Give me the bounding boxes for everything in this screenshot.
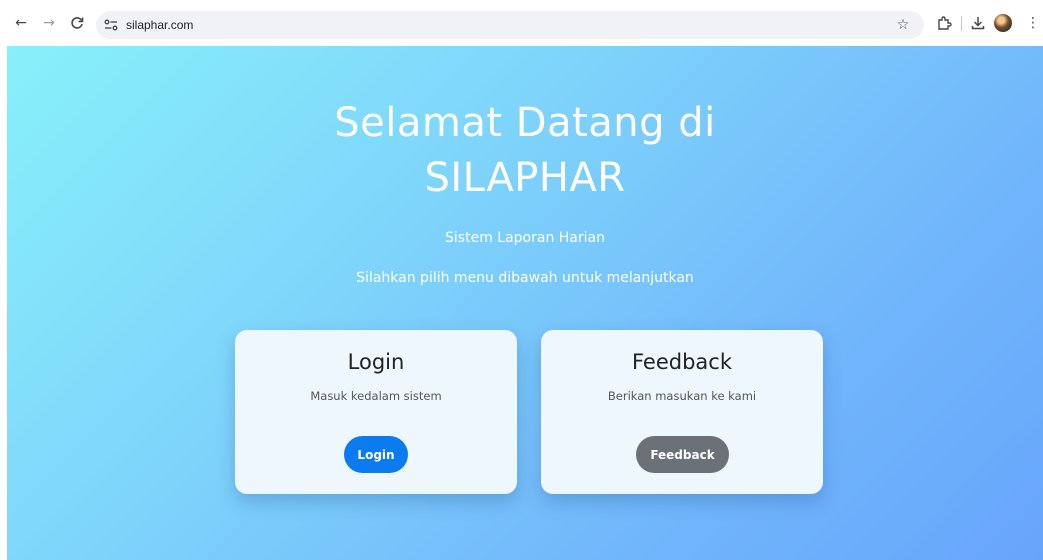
login-card: Login Masuk kedalam sistem Login <box>235 330 517 494</box>
feedback-button[interactable]: Feedback <box>636 436 729 473</box>
address-bar[interactable]: silaphar.com ☆ <box>96 11 924 39</box>
extensions-icon[interactable] <box>934 13 954 33</box>
page-subtitle: Sistem Laporan Harian <box>445 230 605 246</box>
menu-icon[interactable]: ⋮ <box>1023 13 1043 33</box>
site-info-icon[interactable] <box>102 16 120 34</box>
reload-arrow-icon <box>71 17 84 29</box>
page-title-line2: SILAPHAR <box>424 155 626 201</box>
login-button[interactable]: Login <box>344 436 408 473</box>
browser-toolbar: ← → silaphar.com ☆ ⋮ <box>0 0 1043 46</box>
toolbar-divider <box>961 16 962 31</box>
url-text[interactable]: silaphar.com <box>126 18 193 32</box>
back-icon[interactable]: ← <box>11 13 31 33</box>
profile-avatar[interactable] <box>994 14 1012 32</box>
page-description: Silahkan pilih menu dibawah untuk melanj… <box>356 270 694 286</box>
feedback-card-title: Feedback <box>631 350 732 374</box>
page-title: Selamat Datang di SILAPHAR <box>7 96 1043 206</box>
forward-icon[interactable]: → <box>39 13 59 33</box>
feedback-card: Feedback Berikan masukan ke kami Feedbac… <box>541 330 823 494</box>
page-viewport: Selamat Datang di SILAPHAR Sistem Lapora… <box>7 46 1043 560</box>
login-card-title: Login <box>347 350 405 374</box>
page-title-line1: Selamat Datang di <box>334 100 716 146</box>
login-card-text: Masuk kedalam sistem <box>310 389 442 403</box>
reload-icon[interactable] <box>67 13 87 33</box>
bookmark-star-icon[interactable]: ☆ <box>894 16 912 34</box>
download-icon[interactable] <box>968 13 988 33</box>
feedback-card-text: Berikan masukan ke kami <box>607 389 757 403</box>
